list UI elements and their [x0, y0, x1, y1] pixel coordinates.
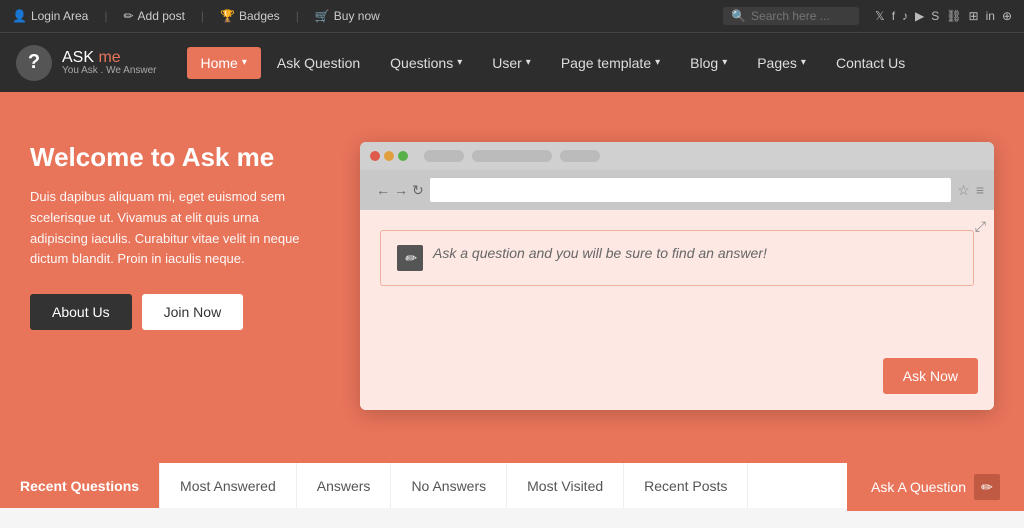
browser-forward-icon[interactable]: → — [394, 182, 408, 198]
logo-me: me — [94, 49, 121, 66]
navbar: ? ASK me You Ask . We Answer Home ▾ Ask … — [0, 32, 1024, 92]
browser-nav-buttons: ← → ↻ — [376, 182, 424, 199]
sep2: | — [201, 9, 204, 23]
nav-page-template-label: Page template — [561, 55, 651, 71]
dot-yellow — [384, 151, 394, 161]
topbar-right: 🔍 𝕏 f ♪ ▶ S ⛓ ⊞ in ⊕ — [723, 7, 1012, 25]
user-icon: 👤 — [12, 9, 27, 23]
nav-contact-us[interactable]: Contact Us — [822, 47, 919, 79]
browser-urlbar[interactable] — [430, 178, 952, 202]
browser-star-icon[interactable]: ☆ — [957, 182, 970, 199]
hero-section: Welcome to Ask me Duis dapibus aliquam m… — [0, 92, 1024, 460]
ask-question-label: Ask A Question — [871, 479, 966, 495]
tiktok-icon[interactable]: ♪ — [902, 9, 908, 23]
nav-pages[interactable]: Pages ▾ — [743, 47, 820, 79]
sep3: | — [296, 9, 299, 23]
ask-a-question-button[interactable]: Ask A Question ✏ — [847, 463, 1024, 511]
browser-back-icon[interactable]: ← — [376, 182, 390, 198]
chevron-down-icon: ▾ — [457, 57, 462, 68]
tab-most-answered[interactable]: Most Answered — [160, 463, 297, 508]
sep1: | — [104, 9, 107, 23]
skype-icon[interactable]: S — [931, 9, 939, 23]
chevron-down-icon: ▾ — [655, 57, 660, 68]
nav-contact-us-label: Contact Us — [836, 55, 905, 71]
linkedin-icon[interactable]: in — [986, 9, 995, 23]
browser-menu-icon[interactable]: ≡ — [976, 182, 984, 198]
youtube-icon[interactable]: ▶ — [915, 9, 924, 23]
nav-page-template[interactable]: Page template ▾ — [547, 47, 674, 79]
chevron-down-icon: ▾ — [801, 57, 806, 68]
topbar-left: 👤 Login Area | ✏ Add post | 🏆 Badges | 🛒… — [12, 9, 723, 23]
ask-now-button[interactable]: Ask Now — [883, 358, 978, 394]
pencil-icon: ✏ — [123, 9, 133, 23]
hero-title: Welcome to Ask me — [30, 142, 320, 173]
chain-icon[interactable]: ⛓ — [946, 9, 961, 23]
buy-now-link[interactable]: 🛒 Buy now — [315, 9, 380, 23]
logo[interactable]: ? ASK me You Ask . We Answer — [16, 45, 157, 81]
add-post-link[interactable]: ✏ Add post — [123, 9, 184, 23]
twitter-icon[interactable]: 𝕏 — [875, 9, 885, 23]
search-input[interactable] — [751, 9, 851, 23]
nav-pages-label: Pages — [757, 55, 797, 71]
about-us-button[interactable]: About Us — [30, 294, 132, 330]
browser-dots — [370, 151, 408, 161]
cart-icon: 🛒 — [315, 9, 330, 23]
tab-recent-posts[interactable]: Recent Posts — [624, 463, 748, 508]
grid-icon[interactable]: ⊞ — [969, 9, 979, 23]
dot-green — [398, 151, 408, 161]
nav-home-label: Home — [201, 55, 238, 71]
nav-home[interactable]: Home ▾ — [187, 47, 261, 79]
nav-blog[interactable]: Blog ▾ — [676, 47, 741, 79]
search-wrap: 🔍 — [723, 7, 859, 25]
badges-link[interactable]: 🏆 Badges — [220, 9, 280, 23]
trophy-icon: 🏆 — [220, 9, 235, 23]
facebook-icon[interactable]: f — [892, 9, 895, 23]
logo-tagline: You Ask . We Answer — [62, 65, 157, 76]
nav-ask-question[interactable]: Ask Question — [263, 47, 374, 79]
browser-refresh-icon[interactable]: ↻ — [412, 182, 424, 199]
browser-topbar — [360, 142, 994, 170]
nav-blog-label: Blog — [690, 55, 718, 71]
ask-box: ✏ Ask a question and you will be sure to… — [380, 230, 974, 286]
tab-recent-questions[interactable]: Recent Questions — [0, 463, 160, 508]
logo-ask: ASK — [62, 49, 94, 66]
chevron-down-icon: ▾ — [722, 57, 727, 68]
hero-content-left: Welcome to Ask me Duis dapibus aliquam m… — [30, 132, 320, 330]
nav-user[interactable]: User ▾ — [478, 47, 545, 79]
tab-no-answers[interactable]: No Answers — [391, 463, 507, 508]
browser-toolbar: ← → ↻ ☆ ≡ — [360, 170, 994, 210]
dot-red — [370, 151, 380, 161]
expand-icon: ⤢ — [975, 218, 986, 235]
login-link[interactable]: 👤 Login Area — [12, 9, 88, 23]
logo-icon: ? — [16, 45, 52, 81]
tabs-spacer — [748, 463, 847, 508]
browser-mockup: ← → ↻ ☆ ≡ ✏ Ask a question and you will … — [360, 142, 994, 410]
edit-icon: ✏ — [974, 474, 1000, 500]
nav-questions[interactable]: Questions ▾ — [376, 47, 476, 79]
browser-content: ✏ Ask a question and you will be sure to… — [360, 210, 994, 410]
ask-pencil-icon: ✏ — [397, 245, 423, 271]
nav-user-label: User — [492, 55, 522, 71]
social-icons: 𝕏 f ♪ ▶ S ⛓ ⊞ in ⊕ — [875, 9, 1012, 23]
tab-answers[interactable]: Answers — [297, 463, 392, 508]
nav-questions-label: Questions — [390, 55, 453, 71]
logo-text: ASK me You Ask . We Answer — [62, 49, 157, 76]
nav-links: Home ▾ Ask Question Questions ▾ User ▾ P… — [187, 47, 1009, 79]
topbar: 👤 Login Area | ✏ Add post | 🏆 Badges | 🛒… — [0, 0, 1024, 32]
rss-icon[interactable]: ⊕ — [1002, 9, 1012, 23]
nav-ask-question-label: Ask Question — [277, 55, 360, 71]
ask-placeholder: Ask a question and you will be sure to f… — [433, 245, 767, 261]
hero-buttons: About Us Join Now — [30, 294, 320, 330]
join-now-button[interactable]: Join Now — [142, 294, 244, 330]
bottom-space — [0, 508, 1024, 528]
chevron-down-icon: ▾ — [242, 57, 247, 68]
browser-toolbar-right: ☆ ≡ — [957, 182, 984, 199]
chevron-down-icon: ▾ — [526, 57, 531, 68]
tab-most-visited[interactable]: Most Visited — [507, 463, 624, 508]
hero-description: Duis dapibus aliquam mi, eget euismod se… — [30, 187, 320, 270]
search-icon: 🔍 — [731, 9, 746, 23]
